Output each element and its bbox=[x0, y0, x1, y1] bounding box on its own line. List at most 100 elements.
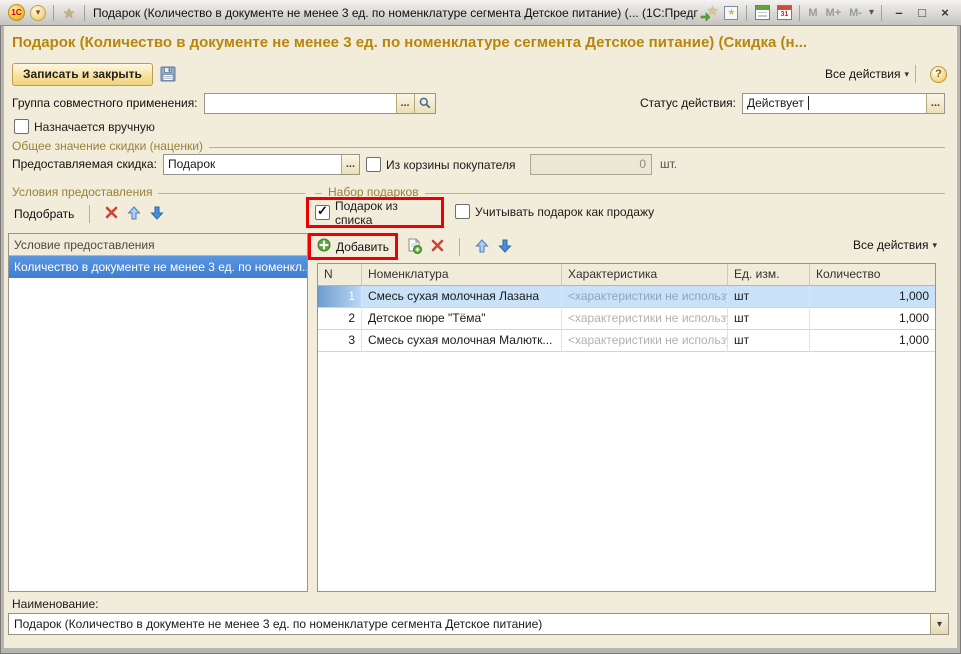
calc-memory-m-button[interactable]: M bbox=[808, 7, 817, 19]
cell-qty: 1,000 bbox=[810, 308, 935, 330]
basket-checkbox[interactable] bbox=[366, 157, 381, 172]
row-discount: Предоставляемая скидка: Подарок ... Из к… bbox=[12, 153, 945, 175]
count-as-sale-checkbox[interactable] bbox=[455, 204, 470, 219]
page-title: Подарок (Количество в документе не менее… bbox=[12, 34, 948, 51]
gifts-table-header: N Номенклатура Характеристика Ед. изм. К… bbox=[318, 264, 935, 286]
cell-qty: 1,000 bbox=[810, 286, 935, 308]
cell-unit: шт bbox=[728, 308, 810, 330]
move-up-icon[interactable] bbox=[475, 239, 489, 256]
pick-button[interactable]: Подобрать bbox=[14, 207, 74, 221]
favorites-window-icon[interactable]: ★ bbox=[724, 6, 738, 20]
annotation-box-gift-from-list: Подарок из списка bbox=[306, 197, 444, 228]
cell-n: 1 bbox=[318, 286, 362, 308]
chevron-down-icon: ▾ bbox=[932, 240, 937, 251]
basket-qty-field: 0 bbox=[530, 154, 652, 175]
table-row[interactable]: 2 Детское пюре "Тёма" <характеристики не… bbox=[318, 308, 935, 330]
manual-assign-label: Назначается вручную bbox=[34, 120, 155, 134]
divider bbox=[84, 5, 85, 21]
maximize-button[interactable]: □ bbox=[912, 4, 932, 22]
app-window: 1С ▾ ★ Подарок (Количество в документе н… bbox=[0, 0, 961, 654]
toolbar-overflow-icon[interactable]: ▾ bbox=[869, 7, 874, 18]
count-as-sale-row: Учитывать подарок как продажу bbox=[455, 204, 654, 219]
add-icon bbox=[317, 238, 331, 255]
conditions-list-header: Условие предоставления bbox=[9, 234, 307, 256]
delete-icon[interactable] bbox=[105, 206, 118, 222]
status-field[interactable]: Действует ... bbox=[742, 93, 945, 114]
cell-unit: шт bbox=[728, 286, 810, 308]
manual-assign-row: Назначается вручную bbox=[14, 119, 155, 134]
table-row[interactable]: 1 Смесь сухая молочная Лазана <характери… bbox=[318, 286, 935, 308]
system-menu-icon[interactable]: ▾ bbox=[30, 5, 46, 21]
all-actions-menu[interactable]: Все действия ▾ bbox=[825, 67, 909, 81]
delete-icon[interactable] bbox=[431, 239, 444, 255]
ellipsis-button[interactable]: ... bbox=[396, 94, 414, 113]
cell-n: 3 bbox=[318, 330, 362, 352]
text-cursor bbox=[808, 96, 809, 110]
ellipsis-button[interactable]: ... bbox=[926, 94, 944, 113]
divider bbox=[799, 5, 800, 21]
favorites-star-icon[interactable]: ★ bbox=[60, 4, 78, 22]
group-usage-field[interactable]: ... bbox=[204, 93, 436, 114]
divider bbox=[53, 5, 54, 21]
discount-field[interactable]: Подарок ... bbox=[163, 154, 360, 175]
discount-label: Предоставляемая скидка: bbox=[12, 157, 157, 171]
status-label: Статус действия: bbox=[640, 96, 736, 110]
save-and-close-button[interactable]: Записать и закрыть bbox=[12, 63, 153, 86]
move-down-icon[interactable] bbox=[150, 206, 164, 223]
calc-memory-m-plus-button[interactable]: M+ bbox=[826, 7, 842, 19]
divider bbox=[459, 238, 460, 256]
calculator-icon[interactable] bbox=[755, 5, 770, 20]
cell-nomenclature: Смесь сухая молочная Малютк... bbox=[362, 330, 562, 352]
conditions-toolbar: Подобрать bbox=[14, 201, 164, 227]
name-label: Наименование: bbox=[12, 597, 99, 611]
gifts-toolbar bbox=[406, 234, 512, 260]
condition-item-selected[interactable]: Количество в документе не менее 3 ед. по… bbox=[9, 256, 307, 278]
calc-memory-m-minus-button[interactable]: M- bbox=[849, 7, 862, 19]
divider bbox=[915, 65, 916, 83]
discount-group-header: Общее значение скидки (наценки) bbox=[12, 139, 945, 153]
move-up-icon[interactable] bbox=[127, 206, 141, 223]
divider bbox=[881, 5, 882, 21]
close-button[interactable]: × bbox=[935, 4, 955, 22]
add-to-favorites-icon[interactable]: ★ bbox=[700, 5, 718, 21]
basket-row: Из корзины покупателя bbox=[366, 157, 515, 172]
move-down-icon[interactable] bbox=[498, 239, 512, 256]
basket-qty-unit: шт. bbox=[660, 157, 677, 171]
ellipsis-button[interactable]: ... bbox=[341, 155, 359, 174]
cell-n: 2 bbox=[318, 308, 362, 330]
table-row[interactable]: 3 Смесь сухая молочная Малютк... <характ… bbox=[318, 330, 935, 352]
cell-qty: 1,000 bbox=[810, 330, 935, 352]
name-combo-field[interactable]: Подарок (Количество в документе не менее… bbox=[8, 613, 949, 635]
help-button[interactable]: ? bbox=[930, 66, 947, 83]
command-bar: Записать и закрыть Все действия ▾ ? bbox=[12, 61, 947, 87]
gifts-table: N Номенклатура Характеристика Ед. изм. К… bbox=[317, 263, 936, 592]
cell-nomenclature: Детское пюре "Тёма" bbox=[362, 308, 562, 330]
add-button[interactable]: Добавить bbox=[336, 240, 389, 254]
cell-nomenclature: Смесь сухая молочная Лазана bbox=[362, 286, 562, 308]
minimize-button[interactable]: – bbox=[889, 4, 909, 22]
annotation-box-add-button: Добавить bbox=[308, 233, 398, 260]
conditions-group-header: Условия предоставления bbox=[12, 185, 305, 199]
titlebar: 1С ▾ ★ Подарок (Количество в документе н… bbox=[0, 0, 961, 26]
count-as-sale-label: Учитывать подарок как продажу bbox=[475, 205, 654, 219]
divider bbox=[89, 205, 90, 223]
basket-label: Из корзины покупателя bbox=[386, 158, 515, 172]
gift-from-list-checkbox[interactable] bbox=[315, 205, 330, 220]
row-group-status: Группа совместного применения: ... Стату… bbox=[12, 92, 945, 114]
gifts-all-actions-menu[interactable]: Все действия ▾ bbox=[853, 238, 937, 252]
search-icon[interactable] bbox=[414, 94, 435, 113]
manual-assign-checkbox[interactable] bbox=[14, 119, 29, 134]
cell-unit: шт bbox=[728, 330, 810, 352]
app-1c-logo-icon: 1С bbox=[8, 4, 25, 21]
gift-from-list-label: Подарок из списка bbox=[335, 199, 435, 227]
combo-dropdown-icon[interactable]: ▾ bbox=[930, 614, 948, 634]
divider bbox=[746, 5, 747, 21]
cell-characteristic: <характеристики не использу... bbox=[562, 308, 728, 330]
copy-row-icon[interactable] bbox=[406, 238, 422, 257]
chevron-down-icon: ▾ bbox=[904, 69, 909, 80]
window-title: Подарок (Количество в документе не менее… bbox=[89, 6, 698, 20]
calendar-icon[interactable]: 31 bbox=[777, 5, 792, 20]
save-icon[interactable] bbox=[160, 66, 176, 82]
group-usage-label: Группа совместного применения: bbox=[12, 96, 198, 110]
cell-characteristic: <характеристики не использу... bbox=[562, 330, 728, 352]
